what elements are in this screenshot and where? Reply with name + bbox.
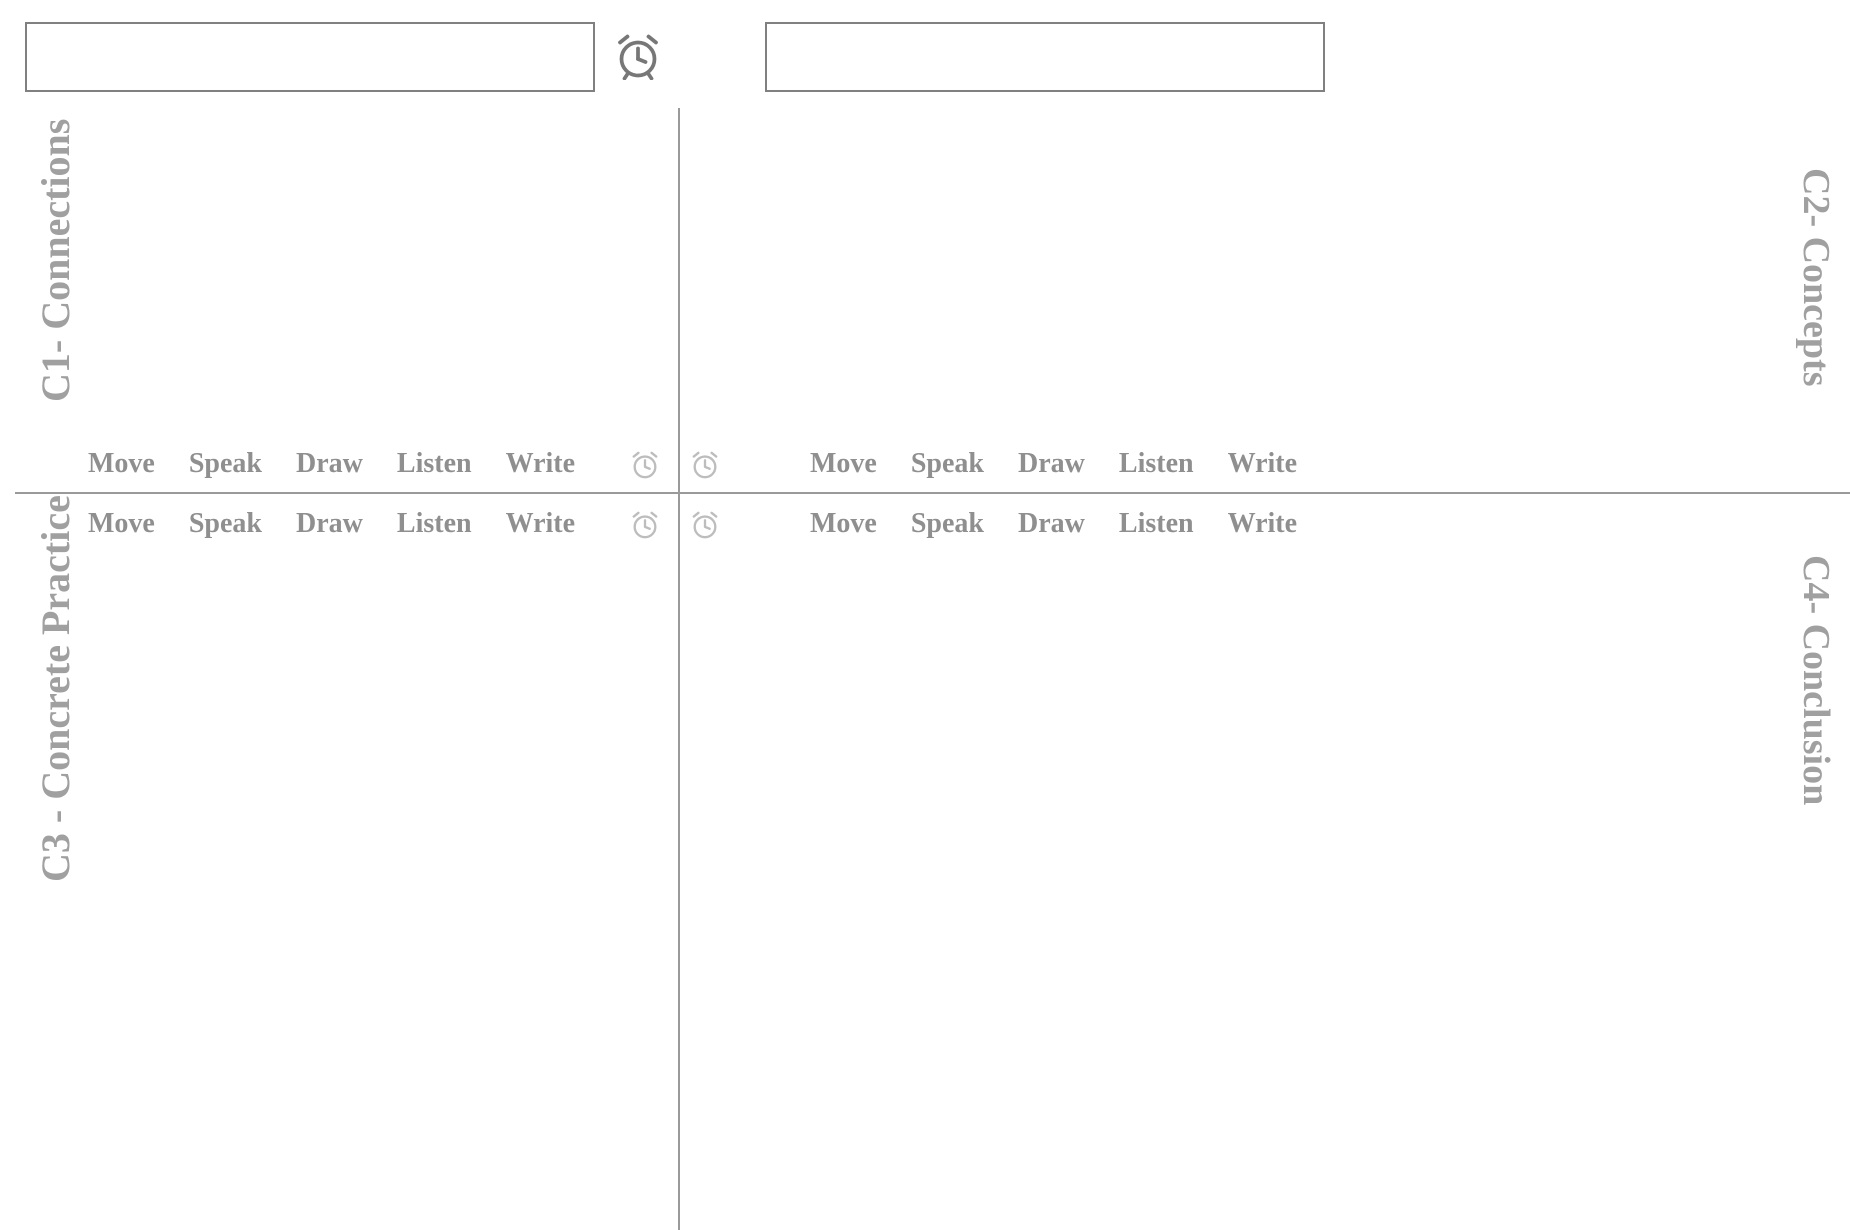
timer-icon-c3	[630, 510, 660, 540]
activity-options-c2: Move Speak Draw Listen Write	[810, 448, 1297, 480]
title-input-left[interactable]	[25, 22, 595, 92]
quadrant-label-c1: C1- Connections	[32, 119, 79, 402]
quadrant-label-c4: C4- Conclusion	[1794, 555, 1838, 805]
activity-option[interactable]: Write	[506, 448, 575, 480]
four-c-planner: C1- Connections C3 - Concrete Practice C…	[0, 0, 1850, 1230]
activity-option[interactable]: Write	[1228, 448, 1297, 480]
activity-option[interactable]: Speak	[189, 508, 262, 540]
activity-option[interactable]: Move	[88, 508, 155, 540]
timer-icon-c2	[690, 450, 720, 480]
activity-options-c4: Move Speak Draw Listen Write	[810, 508, 1297, 540]
activity-options-c3: Move Speak Draw Listen Write	[88, 508, 575, 540]
activity-option[interactable]: Move	[810, 508, 877, 540]
activity-option[interactable]: Draw	[296, 508, 363, 540]
alarm-clock-icon	[614, 32, 662, 80]
title-input-right[interactable]	[765, 22, 1325, 92]
activity-option[interactable]: Move	[810, 448, 877, 480]
activity-option[interactable]: Listen	[1119, 508, 1194, 540]
quadrant-label-c3: C3 - Concrete Practice	[32, 495, 79, 882]
activity-option[interactable]: Draw	[296, 448, 363, 480]
timer-icon-c4	[690, 510, 720, 540]
activity-option[interactable]: Speak	[189, 448, 262, 480]
activity-option[interactable]: Speak	[911, 508, 984, 540]
activity-option[interactable]: Move	[88, 448, 155, 480]
horizontal-divider	[15, 492, 1850, 494]
activity-option[interactable]: Draw	[1018, 448, 1085, 480]
activity-option[interactable]: Write	[506, 508, 575, 540]
activity-option[interactable]: Draw	[1018, 508, 1085, 540]
activity-option[interactable]: Listen	[1119, 448, 1194, 480]
activity-option[interactable]: Listen	[397, 508, 472, 540]
vertical-divider	[678, 108, 680, 1230]
quadrant-label-c2: C2- Concepts	[1794, 168, 1838, 386]
activity-option[interactable]: Speak	[911, 448, 984, 480]
activity-option[interactable]: Listen	[397, 448, 472, 480]
activity-options-c1: Move Speak Draw Listen Write	[88, 448, 575, 480]
activity-option[interactable]: Write	[1228, 508, 1297, 540]
timer-icon-c1	[630, 450, 660, 480]
